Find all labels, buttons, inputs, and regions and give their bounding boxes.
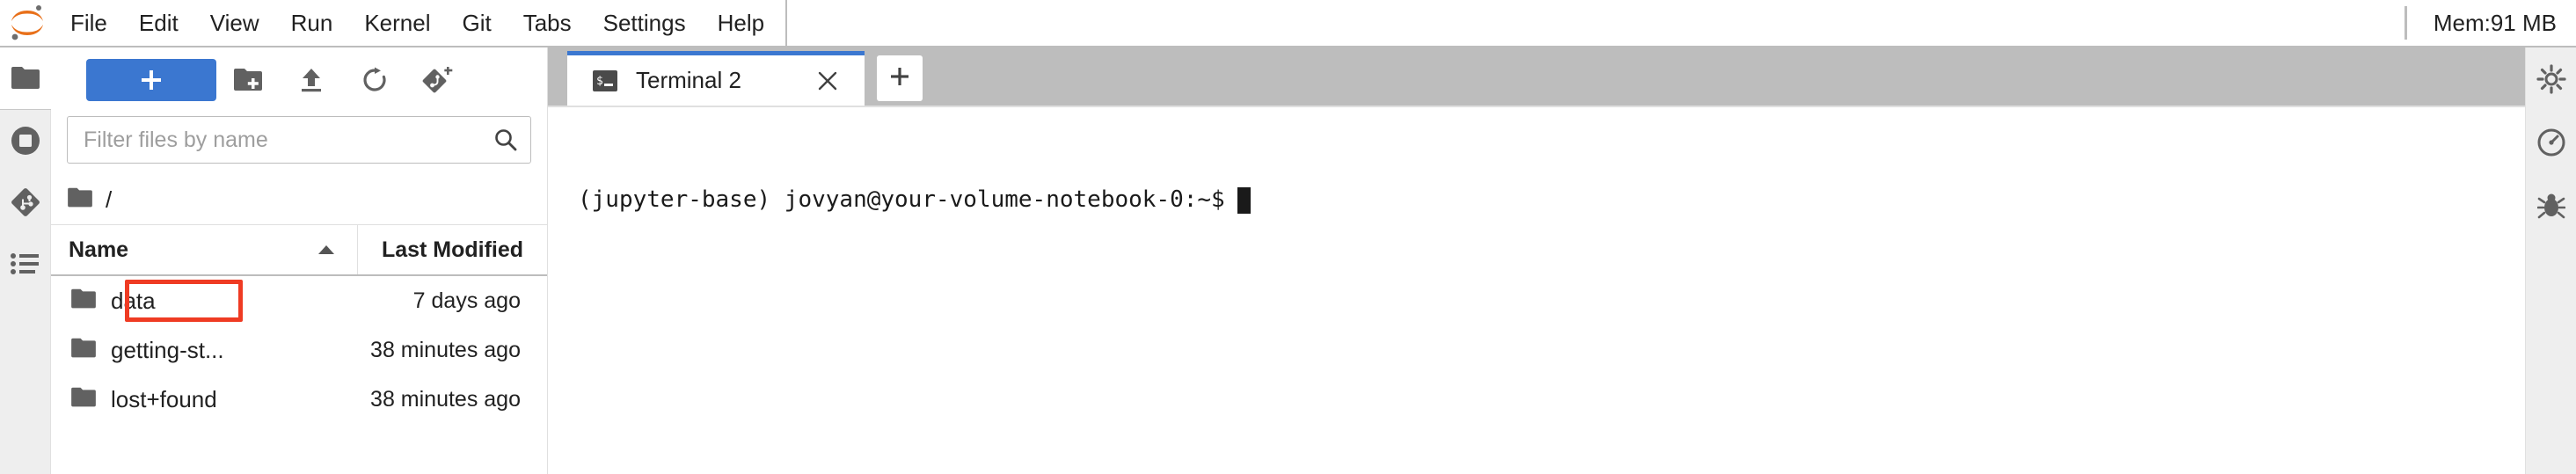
table-row[interactable]: data 7 days ago bbox=[51, 276, 547, 325]
sidebar-item-git[interactable] bbox=[0, 171, 51, 233]
terminal-cursor bbox=[1237, 186, 1251, 214]
sidebar-item-running-terminals[interactable] bbox=[0, 110, 51, 171]
git-clone-icon bbox=[422, 65, 454, 95]
file-browser-toolbar bbox=[51, 47, 547, 113]
jupyter-logo bbox=[0, 0, 55, 47]
running-terminals-icon bbox=[9, 124, 42, 157]
main-area: / Name Last Modified bbox=[0, 47, 2576, 474]
table-of-contents-icon bbox=[10, 252, 41, 276]
file-modified-label: 38 minutes ago bbox=[370, 337, 521, 362]
search-icon bbox=[493, 128, 518, 152]
folder-icon bbox=[67, 186, 93, 214]
file-filter-wrapper bbox=[51, 113, 547, 176]
folder-icon bbox=[70, 337, 97, 364]
file-row-name-cell: data bbox=[51, 288, 358, 315]
new-folder-button[interactable] bbox=[216, 59, 280, 101]
menu-item-settings[interactable]: Settings bbox=[587, 0, 702, 47]
jupyterlab-window: File Edit View Run Kernel Git Tabs Setti… bbox=[0, 0, 2576, 474]
column-header-last-modified-label: Last Modified bbox=[381, 237, 524, 262]
tab-terminal-2[interactable]: $ Terminal 2 bbox=[567, 51, 865, 106]
file-list: data 7 days ago getting-st... 38 minutes… bbox=[51, 276, 547, 474]
git-clone-button[interactable] bbox=[406, 59, 470, 101]
memory-usage-label: Mem:91 MB bbox=[2433, 9, 2557, 36]
breadcrumb[interactable]: / bbox=[51, 176, 547, 225]
file-name-label: getting-st... bbox=[111, 336, 224, 363]
tab-label: Terminal 2 bbox=[636, 67, 741, 93]
column-header-name[interactable]: Name bbox=[51, 225, 358, 274]
menu-item-tabs[interactable]: Tabs bbox=[507, 0, 587, 47]
sort-ascending-icon bbox=[317, 244, 336, 256]
terminal-prompt-text: (jupyter-base) jovyan@your-volume-notebo… bbox=[578, 186, 1225, 213]
file-modified-label: 38 minutes ago bbox=[370, 386, 521, 412]
refresh-icon bbox=[361, 66, 389, 94]
folder-icon bbox=[11, 65, 40, 91]
menu-item-edit[interactable]: Edit bbox=[123, 0, 194, 47]
new-folder-icon bbox=[233, 67, 263, 93]
menu-item-list: File Edit View Run Kernel Git Tabs Setti… bbox=[55, 0, 780, 46]
menu-item-kernel[interactable]: Kernel bbox=[348, 0, 446, 47]
folder-icon bbox=[70, 288, 97, 315]
sidebar-item-file-browser[interactable] bbox=[0, 47, 51, 109]
file-filter-box[interactable] bbox=[67, 116, 531, 164]
upload-files-button[interactable] bbox=[280, 59, 343, 101]
sidebar-item-property-inspector[interactable] bbox=[2526, 47, 2576, 111]
upload-icon bbox=[297, 66, 325, 94]
column-header-last-modified[interactable]: Last Modified bbox=[358, 225, 547, 274]
debugger-icon bbox=[2536, 191, 2565, 221]
memory-divider bbox=[2404, 6, 2407, 40]
menu-item-run[interactable]: Run bbox=[275, 0, 349, 47]
file-name-label: data bbox=[111, 287, 156, 314]
kernel-usage-icon bbox=[2536, 128, 2566, 157]
file-list-header: Name Last Modified bbox=[51, 225, 547, 276]
left-activity-bar bbox=[0, 47, 51, 474]
git-icon bbox=[9, 186, 42, 219]
menu-bar: File Edit View Run Kernel Git Tabs Setti… bbox=[0, 0, 2576, 47]
sidebar-item-kernel-usage[interactable] bbox=[2526, 111, 2576, 174]
file-browser-panel: / Name Last Modified bbox=[51, 47, 548, 474]
svg-text:$: $ bbox=[596, 75, 603, 88]
menu-item-view[interactable]: View bbox=[194, 0, 275, 47]
menu-divider bbox=[785, 0, 788, 47]
table-row[interactable]: getting-st... 38 minutes ago bbox=[51, 325, 547, 375]
new-launcher-button[interactable] bbox=[86, 59, 216, 101]
file-modified-label: 7 days ago bbox=[412, 288, 521, 313]
tab-bar: $ Terminal 2 bbox=[548, 47, 2525, 106]
plus-icon bbox=[142, 70, 161, 90]
new-tab-button[interactable] bbox=[876, 55, 923, 101]
terminal-prompt-line: (jupyter-base) jovyan@your-volume-notebo… bbox=[578, 185, 2495, 215]
file-row-name-cell: getting-st... bbox=[51, 337, 358, 364]
menu-item-file[interactable]: File bbox=[55, 0, 123, 47]
menu-item-help[interactable]: Help bbox=[702, 0, 780, 47]
terminal-output[interactable]: (jupyter-base) jovyan@your-volume-notebo… bbox=[548, 106, 2525, 474]
terminal-icon: $ bbox=[590, 66, 620, 96]
menu-item-git[interactable]: Git bbox=[446, 0, 507, 47]
file-name-label: lost+found bbox=[111, 385, 217, 412]
refresh-button[interactable] bbox=[343, 59, 406, 101]
sidebar-item-table-of-contents[interactable] bbox=[0, 233, 51, 295]
column-header-name-label: Name bbox=[69, 237, 129, 262]
close-icon[interactable] bbox=[810, 63, 845, 98]
table-row[interactable]: lost+found 38 minutes ago bbox=[51, 375, 547, 424]
file-row-name-cell: lost+found bbox=[51, 386, 358, 413]
right-activity-bar bbox=[2525, 47, 2576, 474]
sidebar-item-debugger[interactable] bbox=[2526, 174, 2576, 237]
breadcrumb-path[interactable]: / bbox=[106, 186, 112, 214]
plus-icon bbox=[888, 65, 911, 92]
dock-panel: $ Terminal 2 (jupyter-base) jovyan@your-… bbox=[548, 47, 2525, 474]
folder-icon bbox=[70, 386, 97, 413]
property-inspector-icon bbox=[2536, 64, 2566, 94]
search-input[interactable] bbox=[84, 127, 486, 153]
